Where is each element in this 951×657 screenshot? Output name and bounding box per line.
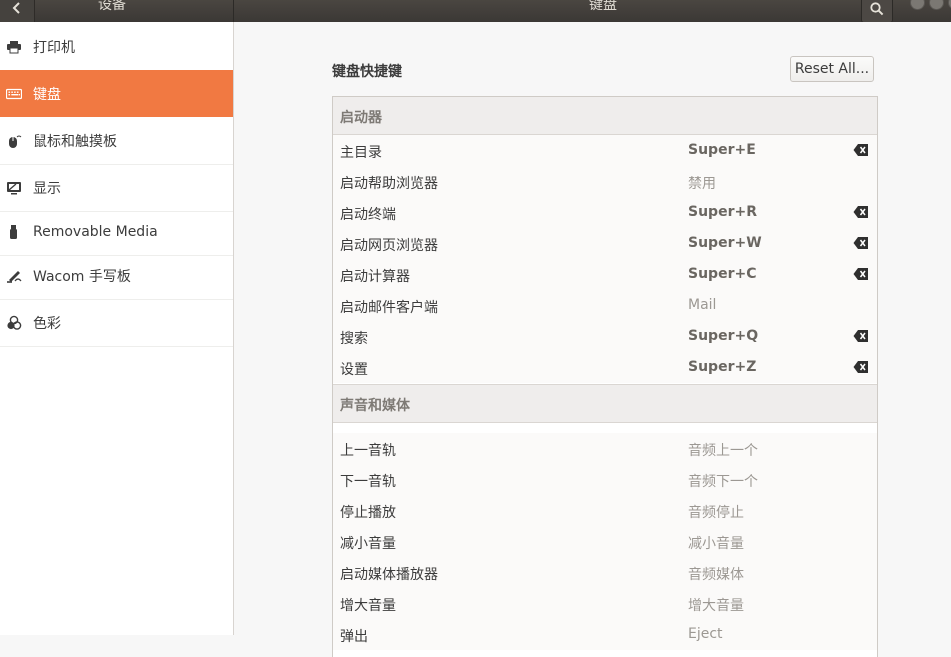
clear-shortcut-icon[interactable]	[853, 236, 869, 250]
shortcut-name: 停止播放	[340, 505, 396, 521]
clear-shortcut-icon[interactable]	[853, 267, 869, 281]
shortcut-name: 上一音轨	[340, 443, 396, 459]
shortcut-name: 启动网页浏览器	[340, 238, 438, 254]
sidebar-item-label: 鼠标和触摸板	[33, 134, 117, 150]
shortcut-name: 启动帮助浏览器	[340, 176, 438, 192]
shortcut-name: 搜索	[340, 331, 368, 347]
shortcut-row[interactable]: 启动网页浏览器 Super+W	[333, 228, 877, 259]
shortcut-accel: 音频上一个	[688, 443, 758, 459]
shortcut-row[interactable]: 启动媒体播放器 音频媒体	[333, 557, 877, 588]
sidebar-item-removable-media[interactable]: Removable Media	[0, 209, 233, 256]
shortcut-row[interactable]: 增大音量 增大音量	[333, 588, 877, 619]
sidebar-item-label: 显示	[33, 181, 61, 197]
shortcut-accel: Mail	[688, 297, 717, 313]
shortcut-name: 主目录	[340, 145, 382, 161]
shortcut-accel: 音频停止	[688, 505, 744, 521]
shortcut-accel: Super+E	[688, 142, 756, 158]
search-icon	[870, 1, 884, 15]
sidebar-item-printers[interactable]: 打印机	[0, 24, 233, 71]
keyboard-icon	[6, 88, 22, 99]
display-icon	[7, 182, 21, 195]
sidebar-item-label: Removable Media	[33, 224, 158, 240]
shortcut-accel: 增大音量	[688, 598, 744, 614]
printer-icon	[7, 41, 21, 54]
header-bar: 设备 键盘	[0, 0, 951, 23]
mouse-icon	[9, 135, 22, 148]
shortcut-name: 启动媒体播放器	[340, 567, 438, 583]
sidebar-item-wacom-tablet[interactable]: Wacom 手写板	[0, 253, 233, 300]
shortcut-name: 设置	[340, 362, 368, 378]
keyboard-shortcuts-panel: 键盘快捷键 Reset All... 启动器 主目录 Super+E 启动帮助浏…	[234, 22, 951, 657]
shortcut-name: 增大音量	[340, 598, 396, 614]
clear-shortcut-icon[interactable]	[853, 329, 869, 343]
reset-all-button[interactable]: Reset All...	[790, 56, 874, 82]
clear-shortcut-icon[interactable]	[853, 143, 869, 157]
group-header-launchers: 启动器	[333, 97, 877, 135]
search-button[interactable]	[861, 0, 893, 23]
sidebar-item-label: 打印机	[33, 40, 75, 56]
shortcut-row[interactable]: 启动邮件客户端 Mail	[333, 290, 877, 321]
section-title: 键盘快捷键	[332, 64, 402, 80]
window-title: 键盘	[589, 0, 617, 13]
color-icon	[7, 315, 22, 330]
group-header-label: 声音和媒体	[340, 398, 410, 414]
sidebar-item-label: 键盘	[33, 86, 61, 103]
sidebar-item-label: Wacom 手写板	[33, 269, 131, 285]
sidebar-item-color[interactable]: 色彩	[0, 300, 233, 347]
shortcut-name: 减小音量	[340, 536, 396, 552]
shortcut-accel: Super+C	[688, 266, 757, 282]
clear-shortcut-icon[interactable]	[853, 205, 869, 219]
sidebar-item-keyboard[interactable]: 键盘	[0, 70, 233, 117]
header-divider	[233, 0, 234, 22]
tablet-pen-icon	[7, 271, 22, 283]
shortcut-row[interactable]: 减小音量 减小音量	[333, 526, 877, 557]
group-header-sound-media: 声音和媒体	[333, 384, 877, 423]
shortcut-accel: 音频下一个	[688, 474, 758, 490]
shortcut-name: 启动邮件客户端	[340, 300, 438, 316]
shortcut-row[interactable]: 停止播放 音频停止	[333, 495, 877, 526]
shortcut-row[interactable]: 启动计算器 Super+C	[333, 259, 877, 290]
shortcut-list: 启动器 主目录 Super+E 启动帮助浏览器 禁用 启动终端 Super+R …	[332, 96, 878, 657]
usb-drive-icon	[10, 225, 17, 239]
clear-shortcut-icon[interactable]	[853, 360, 869, 374]
shortcut-name: 弹出	[340, 629, 368, 645]
back-arrow-icon	[12, 2, 20, 14]
panel-title: 设备	[98, 0, 126, 13]
sidebar-item-label: 色彩	[33, 316, 61, 332]
shortcut-accel: Super+Q	[688, 328, 759, 344]
shortcut-row[interactable]: 启动帮助浏览器 禁用	[333, 166, 877, 197]
shortcut-row[interactable]: 下一音轨 音频下一个	[333, 464, 877, 495]
shortcut-row[interactable]: 上一音轨 音频上一个	[333, 433, 877, 464]
shortcut-name: 启动终端	[340, 207, 396, 223]
shortcut-accel: Super+W	[688, 235, 762, 251]
shortcut-row[interactable]: 搜索 Super+Q	[333, 321, 877, 352]
sidebar-item-display[interactable]: 显示	[0, 165, 233, 212]
shortcut-name: 下一音轨	[340, 474, 396, 490]
minimize-button[interactable]	[910, 0, 925, 10]
back-button[interactable]	[0, 0, 35, 22]
sidebar: 打印机 键盘 鼠标和触摸板 显示 Removable Media Wacom 手…	[0, 22, 234, 635]
shortcut-row[interactable]: 设置 Super+Z	[333, 352, 877, 383]
shortcut-row[interactable]: 启动终端 Super+R	[333, 197, 877, 228]
shortcut-accel: Super+R	[688, 204, 757, 220]
shortcut-name: 启动计算器	[340, 269, 410, 285]
maximize-button[interactable]	[929, 0, 944, 10]
shortcut-accel: Super+Z	[688, 359, 757, 375]
shortcut-accel: Eject	[688, 626, 723, 642]
shortcut-row[interactable]: 主目录 Super+E	[333, 135, 877, 166]
shortcut-accel: 禁用	[688, 176, 716, 192]
shortcut-accel: 减小音量	[688, 536, 744, 552]
group-header-label: 启动器	[340, 110, 382, 126]
sidebar-item-mouse-touchpad[interactable]: 鼠标和触摸板	[0, 118, 233, 165]
shortcut-accel: 音频媒体	[688, 567, 744, 583]
